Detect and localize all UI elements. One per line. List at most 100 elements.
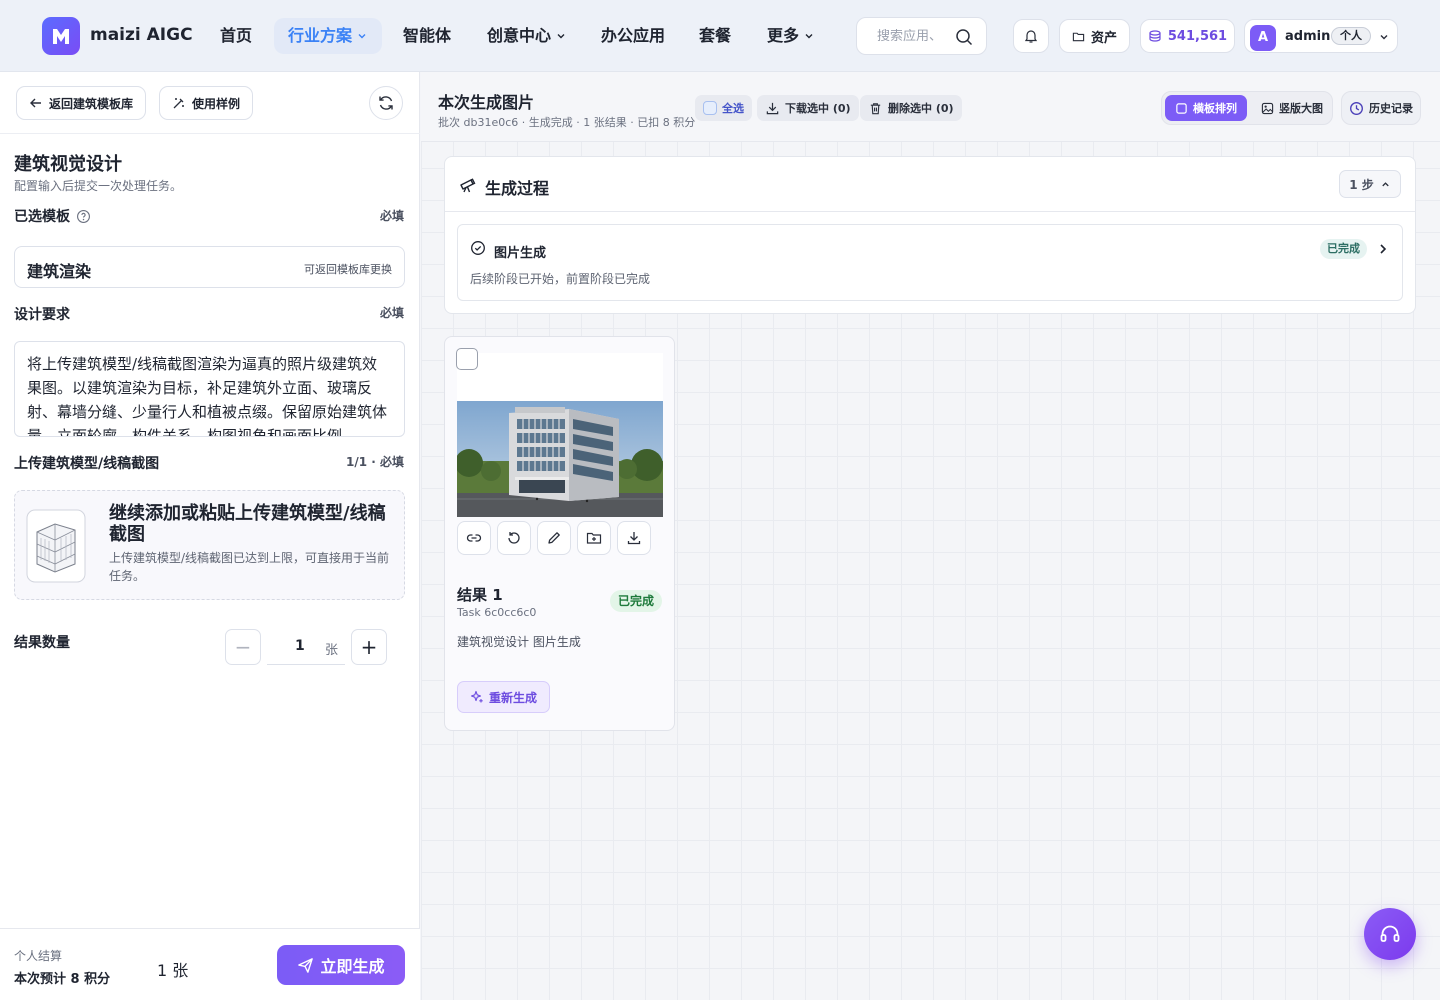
decrement-button[interactable]: −: [225, 629, 261, 665]
notification-button[interactable]: [1013, 19, 1049, 53]
search-icon[interactable]: [954, 27, 974, 47]
required-tag: 必填: [379, 209, 404, 223]
divider: [0, 133, 420, 134]
result-checkbox[interactable]: [456, 348, 478, 370]
quantity-value[interactable]: 1 张: [267, 629, 345, 665]
upload-label: 上传建筑模型/线稿截图: [14, 456, 160, 472]
download-icon: [766, 102, 779, 114]
nav-agents[interactable]: 智能体: [403, 18, 451, 54]
results-area: 本次生成图片 批次 db31e0c6 · 生成完成 · 1 张结果 · 已扣 8…: [421, 72, 1440, 1000]
nav-home[interactable]: 首页: [220, 18, 252, 54]
telescope-icon: [460, 178, 476, 193]
headset-icon: [1380, 925, 1400, 942]
save-to-folder-button[interactable]: [577, 521, 611, 555]
refresh-button[interactable]: [369, 86, 403, 120]
result-image-frame: [457, 353, 663, 517]
settlement-footer: 个人结算 本次预计 8 积分 1 张 立即生成: [0, 928, 420, 1000]
results-header: 本次生成图片 批次 db31e0c6 · 生成完成 · 1 张结果 · 已扣 8…: [421, 72, 1440, 142]
stage-description: 后续阶段已开始，前置阶段已完成: [470, 272, 651, 286]
sparkle-icon: [470, 690, 483, 703]
result-card: 结果 1 Task 6c0cc6c0 已完成 建筑视觉设计 图片生成 重新生成: [444, 336, 675, 731]
process-title: 生成过程: [485, 179, 550, 198]
settlement-label: 个人结算: [14, 949, 63, 963]
bell-icon: [1024, 30, 1038, 43]
user-name: admin: [1285, 29, 1331, 44]
page-title: 建筑视觉设计: [14, 154, 122, 175]
magic-wand-icon: [173, 98, 184, 109]
brand-logo-icon[interactable]: [42, 17, 80, 55]
checkbox-icon: [703, 101, 717, 115]
link-icon: [466, 534, 482, 542]
clock-icon: [1350, 101, 1363, 115]
copy-link-button[interactable]: [457, 521, 491, 555]
nav-more[interactable]: 更多: [767, 18, 815, 54]
refresh-icon: [379, 96, 393, 110]
result-image[interactable]: [457, 401, 663, 517]
generate-button[interactable]: 立即生成: [277, 945, 405, 985]
steps-toggle[interactable]: 1 步: [1339, 170, 1401, 198]
download-selected-button[interactable]: 下载选中 (0): [757, 95, 859, 121]
chevron-down-icon: [1380, 35, 1388, 40]
assets-button[interactable]: 资产: [1059, 19, 1130, 53]
brand-name: maizi AIGC: [90, 25, 193, 45]
config-panel: 返回建筑模板库 使用样例 建筑视觉设计 配置输入后提交一次处理任务。 已选模板 …: [0, 72, 420, 1000]
top-navigation: maizi AIGC 首页 行业方案 智能体 创意中心 办公应用 套餐 更多 资…: [0, 0, 1440, 72]
upload-count-tag: 1/1 · 必填: [346, 455, 404, 469]
increment-button[interactable]: +: [351, 629, 387, 665]
design-label: 设计要求: [14, 307, 70, 323]
upload-title: 继续添加或粘贴上传建筑模型/线稿截图: [109, 503, 386, 545]
result-description: 建筑视觉设计 图片生成: [457, 635, 581, 649]
upload-description: 上传建筑模型/线稿截图已达到上限，可直接用于当前任务。: [109, 551, 390, 583]
square-icon: [1176, 102, 1187, 114]
support-button[interactable]: [1364, 908, 1416, 960]
process-panel: 生成过程 1 步 图片生成 后续阶段已开始，前置阶段已完成 已完成: [444, 156, 1416, 314]
nav-creative[interactable]: 创意中心: [487, 18, 567, 54]
nav-industry[interactable]: 行业方案: [274, 18, 383, 54]
results-title: 本次生成图片: [438, 93, 535, 112]
nav-plans[interactable]: 套餐: [699, 18, 731, 54]
grid-view-button[interactable]: 横板排列: [1165, 95, 1247, 121]
user-menu[interactable]: A admin 个人: [1244, 19, 1398, 53]
select-all-button[interactable]: 全选: [695, 95, 752, 121]
send-icon: [298, 957, 314, 973]
regenerate-button[interactable]: 重新生成: [457, 681, 550, 713]
download-button[interactable]: [617, 521, 651, 555]
chevron-right-icon: [1380, 244, 1387, 254]
delete-selected-button[interactable]: 删除选中 (0): [860, 95, 962, 121]
stage-title: 图片生成: [494, 246, 547, 261]
result-count: 1 张: [157, 961, 189, 980]
chevron-down-icon: [557, 34, 565, 39]
retry-button[interactable]: [497, 521, 531, 555]
history-button[interactable]: 历史记录: [1341, 91, 1421, 125]
quantity-stepper: − 1 张 +: [225, 629, 387, 665]
process-header[interactable]: 生成过程 1 步: [445, 157, 1415, 212]
large-view-button[interactable]: 竖版大图: [1254, 95, 1330, 121]
check-circle-icon: [471, 241, 485, 255]
status-badge: 已完成: [1320, 239, 1367, 259]
template-hint: 可返回模板库更换: [304, 263, 392, 276]
use-example-button[interactable]: 使用样例: [159, 86, 254, 120]
search-box[interactable]: [856, 17, 987, 55]
selected-template[interactable]: 建筑渲染 可返回模板库更换: [14, 246, 405, 288]
rotate-ccw-icon: [508, 532, 520, 544]
search-input[interactable]: [877, 28, 951, 44]
count-label: 结果数量: [14, 635, 70, 651]
back-to-library-button[interactable]: 返回建筑模板库: [16, 86, 147, 120]
result-actions: [457, 521, 651, 555]
design-requirements-input[interactable]: 将上传建筑模型/线稿截图渲染为逼真的照片级建筑效果图。以建筑渲染为目标，补足建筑…: [14, 341, 405, 437]
help-icon[interactable]: [76, 209, 91, 224]
template-label: 已选模板: [14, 206, 91, 226]
nav-office[interactable]: 办公应用: [601, 18, 665, 54]
view-mode-toggle: 横板排列 竖版大图: [1161, 91, 1333, 125]
result-title: 结果 1: [457, 586, 503, 604]
status-badge: 已完成: [610, 590, 663, 612]
trash-icon: [870, 102, 881, 114]
chevron-down-icon: [805, 34, 813, 39]
stage-item[interactable]: 图片生成 后续阶段已开始，前置阶段已完成 已完成: [457, 224, 1403, 301]
uploaded-sketch-thumbnail[interactable]: [25, 508, 87, 584]
points-button[interactable]: 541,561: [1140, 19, 1235, 53]
folder-icon: [1072, 32, 1085, 41]
arrow-left-icon: [30, 98, 41, 108]
upload-dropzone[interactable]: 继续添加或粘贴上传建筑模型/线稿截图 上传建筑模型/线稿截图已达到上限，可直接用…: [14, 490, 405, 600]
edit-button[interactable]: [537, 521, 571, 555]
